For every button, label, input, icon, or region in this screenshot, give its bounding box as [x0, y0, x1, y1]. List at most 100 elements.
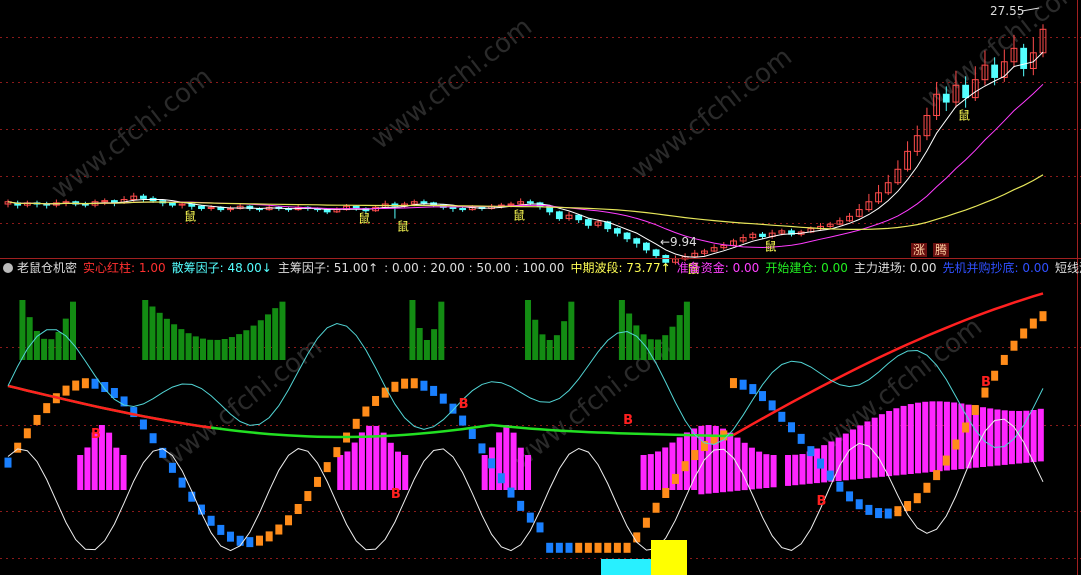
step-up-block	[72, 380, 80, 391]
magenta-chip-bar	[481, 455, 488, 490]
green-chip-bar	[431, 329, 438, 360]
step-up-block	[352, 418, 360, 429]
step-up-block	[333, 447, 341, 458]
step-down-block	[459, 415, 467, 426]
magenta-chip-bar	[842, 433, 849, 481]
step-down-block	[420, 380, 428, 391]
green-chip-bar	[70, 301, 77, 360]
candle-body	[991, 64, 999, 78]
green-chip-bar	[163, 318, 170, 360]
candle-body	[575, 214, 583, 221]
green-chip-bar	[561, 321, 568, 360]
magenta-chip-bar	[380, 432, 387, 490]
stock-chart[interactable]: www.cfchi.com www.cfchi.com www.cfchi.com w…	[0, 0, 1081, 575]
green-chip-bar	[618, 300, 625, 360]
green-chip-bar	[525, 300, 532, 360]
step-up-block	[933, 470, 941, 481]
buy-signal-b: B	[391, 487, 401, 502]
step-up-block	[623, 542, 631, 553]
step-up-block	[314, 476, 322, 487]
magenta-chip-bar	[1016, 410, 1023, 464]
step-down-block	[4, 457, 12, 468]
step-up-block	[952, 439, 960, 450]
green-chip-bar	[55, 332, 62, 360]
candle-body	[449, 206, 457, 209]
rat-label: 鼠	[397, 220, 409, 234]
green-chip-bar	[532, 319, 539, 360]
step-up-block	[381, 387, 389, 398]
candle-body	[198, 205, 205, 209]
magenta-chip-bar	[488, 447, 495, 490]
step-down-block	[478, 443, 486, 454]
magenta-chip-bar	[640, 455, 647, 490]
candle-body	[623, 232, 631, 240]
candle-body	[613, 228, 621, 234]
green-chip-bar	[207, 339, 214, 360]
step-up-block	[991, 370, 999, 381]
step-down-block	[168, 462, 176, 473]
green-chip-bar	[200, 338, 207, 360]
step-down-block	[226, 531, 234, 542]
step-up-block	[662, 487, 670, 498]
tag-zhang: 涨	[911, 243, 928, 257]
candle-body	[140, 195, 147, 199]
magenta-chip-bar	[871, 417, 878, 478]
candle-body	[459, 207, 467, 211]
step-down-block	[846, 491, 854, 502]
green-chip-bar	[257, 320, 264, 360]
step-down-block	[865, 504, 873, 515]
magenta-chip-bar	[402, 454, 409, 490]
magenta-chip-bar	[358, 432, 365, 490]
step-down-block	[178, 477, 186, 488]
magenta-chip-bar	[763, 454, 770, 488]
green-chip-bar	[214, 339, 221, 360]
step-down-block	[817, 458, 825, 469]
magenta-chip-bar	[835, 437, 842, 481]
buy-signal-b: B	[817, 494, 827, 509]
step-up-block	[1039, 311, 1047, 322]
magenta-chip-bar	[84, 447, 91, 490]
magenta-chip-bar	[785, 455, 792, 486]
green-chip-bar	[19, 300, 26, 360]
indicator-value-main-entry: 主力进场: 0.00	[853, 261, 937, 275]
magenta-chip-bar	[387, 442, 394, 490]
green-chip-bar	[149, 306, 156, 360]
indicator-value-mid-wave: 中期波段: 73.77↑	[570, 261, 671, 275]
yellow-bottom-marker	[651, 540, 687, 575]
green-chip-bar	[62, 318, 69, 360]
candle-body	[555, 211, 563, 220]
step-down-block	[217, 524, 225, 535]
green-chip-bar	[272, 308, 279, 360]
step-up-block	[401, 378, 409, 389]
step-up-block	[613, 542, 621, 553]
indicator-value-ref-lines: : 0.00 : 20.00 : 50.00 : 100.00	[384, 261, 565, 275]
step-up-block	[652, 502, 660, 513]
buy-signal-b: B	[91, 427, 101, 442]
green-chip-bar	[409, 300, 416, 360]
green-chip-bar	[647, 339, 654, 360]
magenta-chip-bar	[510, 432, 517, 490]
step-down-block	[884, 508, 892, 519]
magenta-chip-bar	[972, 405, 979, 468]
green-chip-bar	[655, 339, 662, 360]
candle-body	[633, 238, 641, 244]
buy-signal-b: B	[981, 375, 991, 390]
green-chip-bar	[171, 324, 178, 360]
step-down-block	[246, 537, 254, 548]
magenta-chip-bar	[120, 454, 127, 490]
step-up-block	[410, 378, 418, 389]
gear-icon[interactable]	[3, 263, 13, 273]
green-chip-bar	[243, 330, 250, 360]
step-down-block	[139, 419, 147, 430]
step-up-block	[1029, 318, 1037, 329]
magenta-chip-bar	[77, 455, 84, 490]
step-up-block	[23, 428, 31, 439]
candle-body	[942, 93, 950, 103]
rat-label: 鼠	[764, 240, 776, 254]
magenta-chip-bar	[517, 447, 524, 490]
green-chip-bar	[250, 325, 257, 360]
green-chip-bar	[633, 325, 640, 360]
step-down-block	[236, 535, 244, 546]
green-chip-bar	[539, 334, 546, 360]
indicator-value-bottom-fishing: 先机并购抄底: 0.00	[942, 261, 1050, 275]
